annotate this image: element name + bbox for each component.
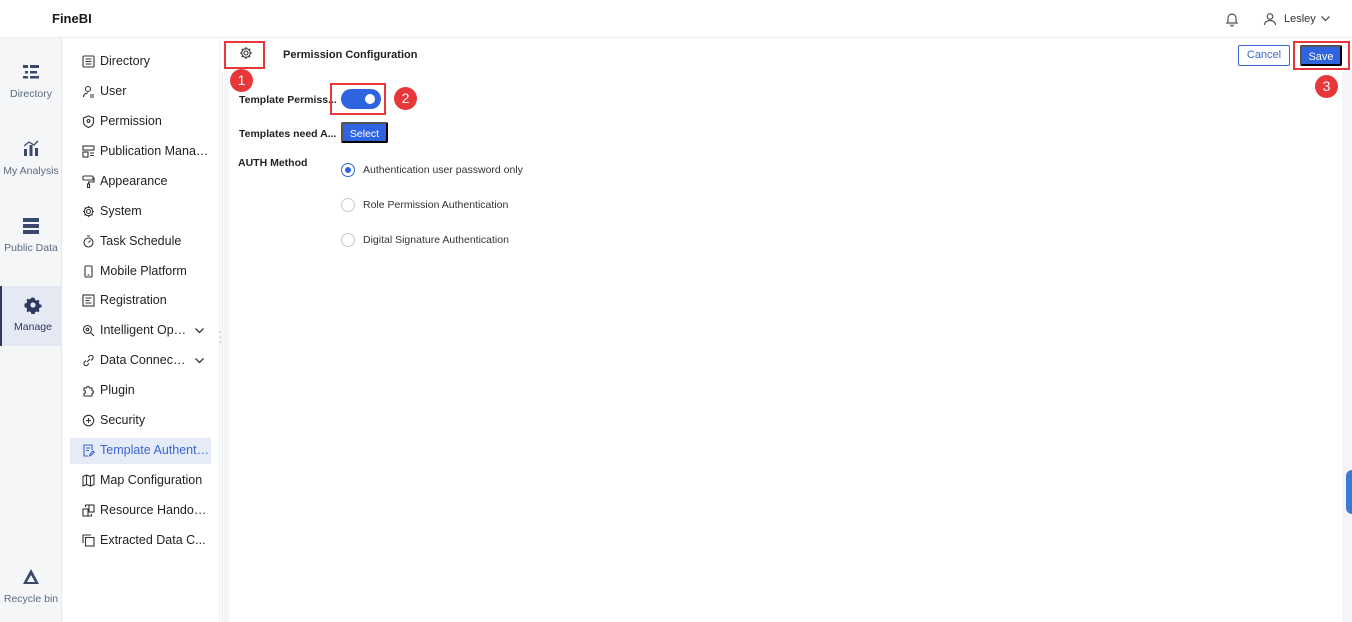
nav-item-extracted-data[interactable]: Extracted Data C... [70,528,211,554]
auth-option-role-radio[interactable] [341,198,355,212]
auth-method-label: AUTH Method [238,157,308,169]
nav-label: Directory [100,54,151,68]
nav-label: Security [100,413,146,427]
management-nav: Directory User Permission Publication Ma… [62,38,220,622]
step-badge-3: 3 [1315,75,1338,98]
highlight-box-toggle [330,83,386,115]
list-icon [23,65,39,79]
top-bar: FineBI Lesley [0,0,1352,38]
nav-item-data-connection[interactable]: Data Connection [70,348,211,374]
nav-label: Map Configuration [100,473,203,487]
rail-item-directory[interactable]: Directory [0,53,62,113]
rail-label: Recycle bin [3,593,59,605]
gear-icon [83,206,94,217]
nav-item-template-authentication[interactable]: Template Authentication [70,438,211,464]
rail-label: Public Data [4,242,58,254]
rail-item-public-data[interactable]: Public Data [0,207,62,267]
nav-label: Plugin [100,383,135,397]
auth-option-password-label[interactable]: Authentication user password only [363,164,523,176]
settings-panel [229,72,1342,622]
nav-item-registration[interactable]: Registration [70,288,211,314]
floating-assistant-tab[interactable] [1346,470,1352,514]
map-icon [82,474,95,487]
highlight-box-save [1293,41,1350,70]
mobile-icon [84,265,93,278]
link-icon [83,354,94,367]
nav-item-mobile-platform[interactable]: Mobile Platform [70,259,211,285]
templates-need-auth-label: Templates need A... [239,128,337,140]
chevron-down-icon[interactable] [194,325,205,336]
nav-item-task-schedule[interactable]: Task Schedule [70,229,211,255]
nav-label: Extracted Data C... [100,533,206,547]
nav-item-publication-management[interactable]: Publication Management [70,139,211,165]
nav-label: Mobile Platform [100,264,187,278]
shield-icon [82,115,95,128]
nav-item-system[interactable]: System [70,199,211,225]
chevron-down-icon[interactable] [194,355,205,366]
publication-icon [82,145,95,158]
puzzle-icon [83,386,94,397]
nav-item-appearance[interactable]: Appearance [70,169,211,195]
primary-nav-rail: Directory My Analysis Public Data Manage… [0,38,62,622]
rail-item-my-analysis[interactable]: My Analysis [0,130,62,190]
nav-label: Permission [100,114,162,128]
cancel-button[interactable]: Cancel [1238,45,1290,66]
user-icon [82,85,94,98]
gear-icon [24,297,42,314]
app-logo[interactable]: FineBI [52,11,92,26]
nav-item-permission[interactable]: Permission [70,109,211,135]
registration-icon [82,294,95,307]
highlight-box-settings [224,41,265,69]
nav-label: Template Authentication [100,443,210,457]
bell-icon[interactable] [1224,11,1240,27]
shield-plus-icon [82,414,95,427]
copy-icon [82,534,95,547]
nav-item-plugin[interactable]: Plugin [70,378,211,404]
template-permission-label: Template Permiss... [239,94,337,106]
nav-label: Resource Handover [100,503,210,517]
rail-label: My Analysis [3,165,59,177]
search-gear-icon [82,324,95,337]
nav-item-user[interactable]: User [70,79,211,105]
rail-label: Directory [9,88,52,100]
auth-option-role-label[interactable]: Role Permission Authentication [363,199,508,211]
rail-item-manage[interactable]: Manage [0,286,62,346]
triangle-bin-icon [23,569,39,584]
stopwatch-icon [83,235,94,248]
nav-item-directory[interactable]: Directory [70,49,211,75]
step-badge-2: 2 [394,87,417,110]
nav-label: Intelligent Operation [100,323,188,337]
nav-item-security[interactable]: Security [70,408,211,434]
nav-label: Task Schedule [100,234,182,248]
nav-label: Publication Management [100,144,210,158]
rail-label: Manage [14,321,52,333]
select-templates-button[interactable]: Select [341,122,388,143]
auth-option-password-radio[interactable] [341,163,355,177]
nav-item-resource-handover[interactable]: Resource Handover [70,498,211,524]
page-title: Permission Configuration [283,49,418,61]
user-name[interactable]: Lesley [1284,13,1316,25]
paint-roller-icon [82,175,95,188]
handover-icon [82,504,95,517]
edit-document-icon [83,444,95,457]
user-icon[interactable] [1263,12,1277,26]
auth-option-signature-radio[interactable] [341,233,355,247]
rail-item-recycle-bin[interactable]: Recycle bin [0,558,62,618]
nav-label: Registration [100,293,167,307]
list-icon [82,55,95,68]
nav-label: Appearance [100,174,168,188]
nav-label: User [100,84,127,98]
main-content [221,38,1352,622]
bar-chart-icon [23,140,39,156]
nav-item-map-configuration[interactable]: Map Configuration [70,468,211,494]
chevron-down-icon[interactable] [1320,13,1331,24]
step-badge-1: 1 [230,69,253,92]
nav-label: System [100,204,142,218]
database-icon [23,218,39,234]
nav-label: Data Connection [100,353,188,367]
nav-item-intelligent-operation[interactable]: Intelligent Operation [70,318,211,344]
auth-option-signature-label[interactable]: Digital Signature Authentication [363,234,509,246]
